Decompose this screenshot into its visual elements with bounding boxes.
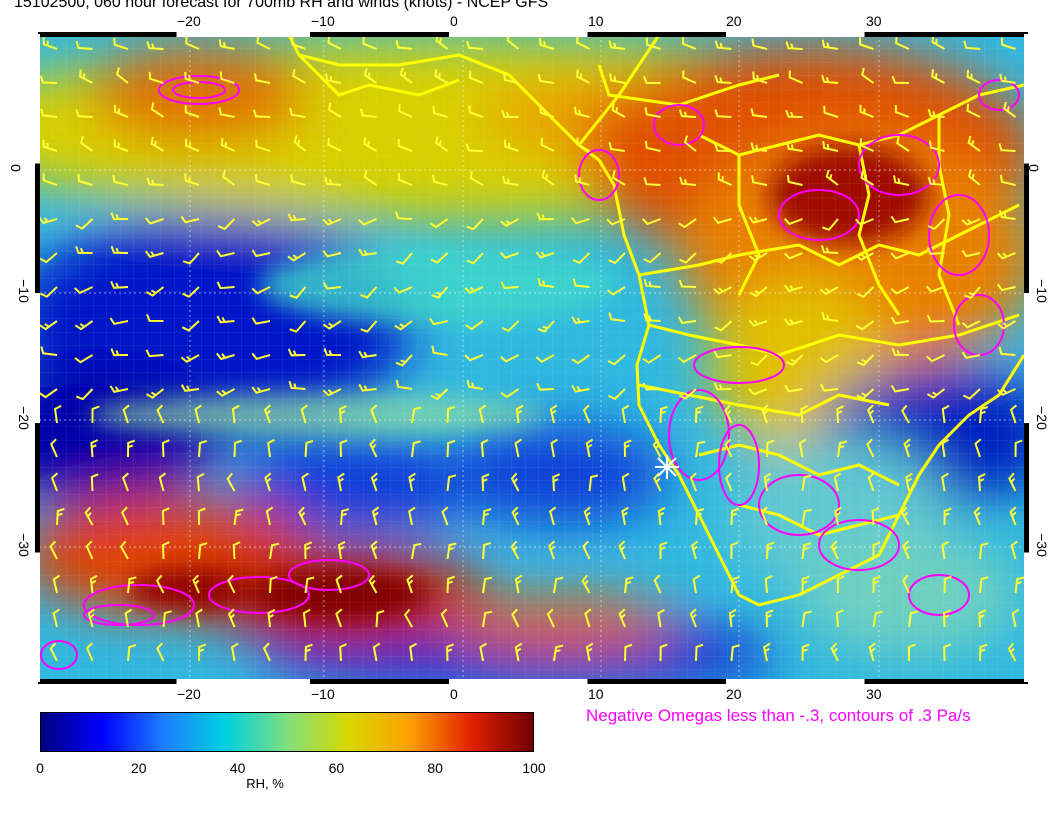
top-lon-label: 10 bbox=[588, 13, 604, 29]
colorbar-tick: 40 bbox=[229, 760, 246, 776]
colorbar-tick: 60 bbox=[328, 760, 345, 776]
left-lat-label: −10 bbox=[15, 279, 32, 303]
rh-wind-map[interactable] bbox=[38, 34, 1028, 682]
omega-note: Negative Omegas less than -.3, contours … bbox=[586, 706, 971, 725]
bottom-lon-label: 20 bbox=[726, 686, 742, 702]
axis-frame-band bbox=[1024, 34, 1029, 682]
bottom-lon-label: −20 bbox=[177, 686, 201, 702]
colorbar-tick: 0 bbox=[36, 760, 44, 776]
top-lon-label: 20 bbox=[726, 13, 742, 29]
bottom-lon-label: 0 bbox=[450, 686, 458, 702]
top-lon-label: −20 bbox=[177, 13, 201, 29]
left-lat-label: 0 bbox=[7, 164, 24, 172]
colorbar-tick: 80 bbox=[427, 760, 443, 776]
bottom-lon-label: −10 bbox=[311, 686, 335, 702]
colorbar-tick: 100 bbox=[522, 760, 546, 776]
top-lon-label: −10 bbox=[311, 13, 335, 29]
left-lat-label: −30 bbox=[15, 533, 32, 557]
bottom-lon-label: 10 bbox=[588, 686, 604, 702]
top-lon-label: 0 bbox=[450, 13, 458, 29]
star-marker-icon bbox=[655, 455, 679, 479]
colorbar-tick: 20 bbox=[131, 760, 147, 776]
map-title: 15102500, 060 hour forecast for 700mb RH… bbox=[14, 0, 549, 11]
right-lat-label: −30 bbox=[1033, 533, 1050, 557]
colorbar-label: RH, % bbox=[246, 776, 284, 791]
rh-colorbar bbox=[40, 712, 534, 752]
right-lat-label: −20 bbox=[1033, 406, 1050, 430]
right-lat-label: −10 bbox=[1033, 279, 1050, 303]
left-lat-label: −20 bbox=[15, 406, 32, 430]
top-lon-label: 30 bbox=[866, 13, 882, 29]
bottom-lon-label: 30 bbox=[866, 686, 882, 702]
axis-frame-band bbox=[38, 679, 1028, 684]
axis-frame-band bbox=[38, 32, 1028, 37]
axis-frame-band bbox=[35, 34, 40, 682]
